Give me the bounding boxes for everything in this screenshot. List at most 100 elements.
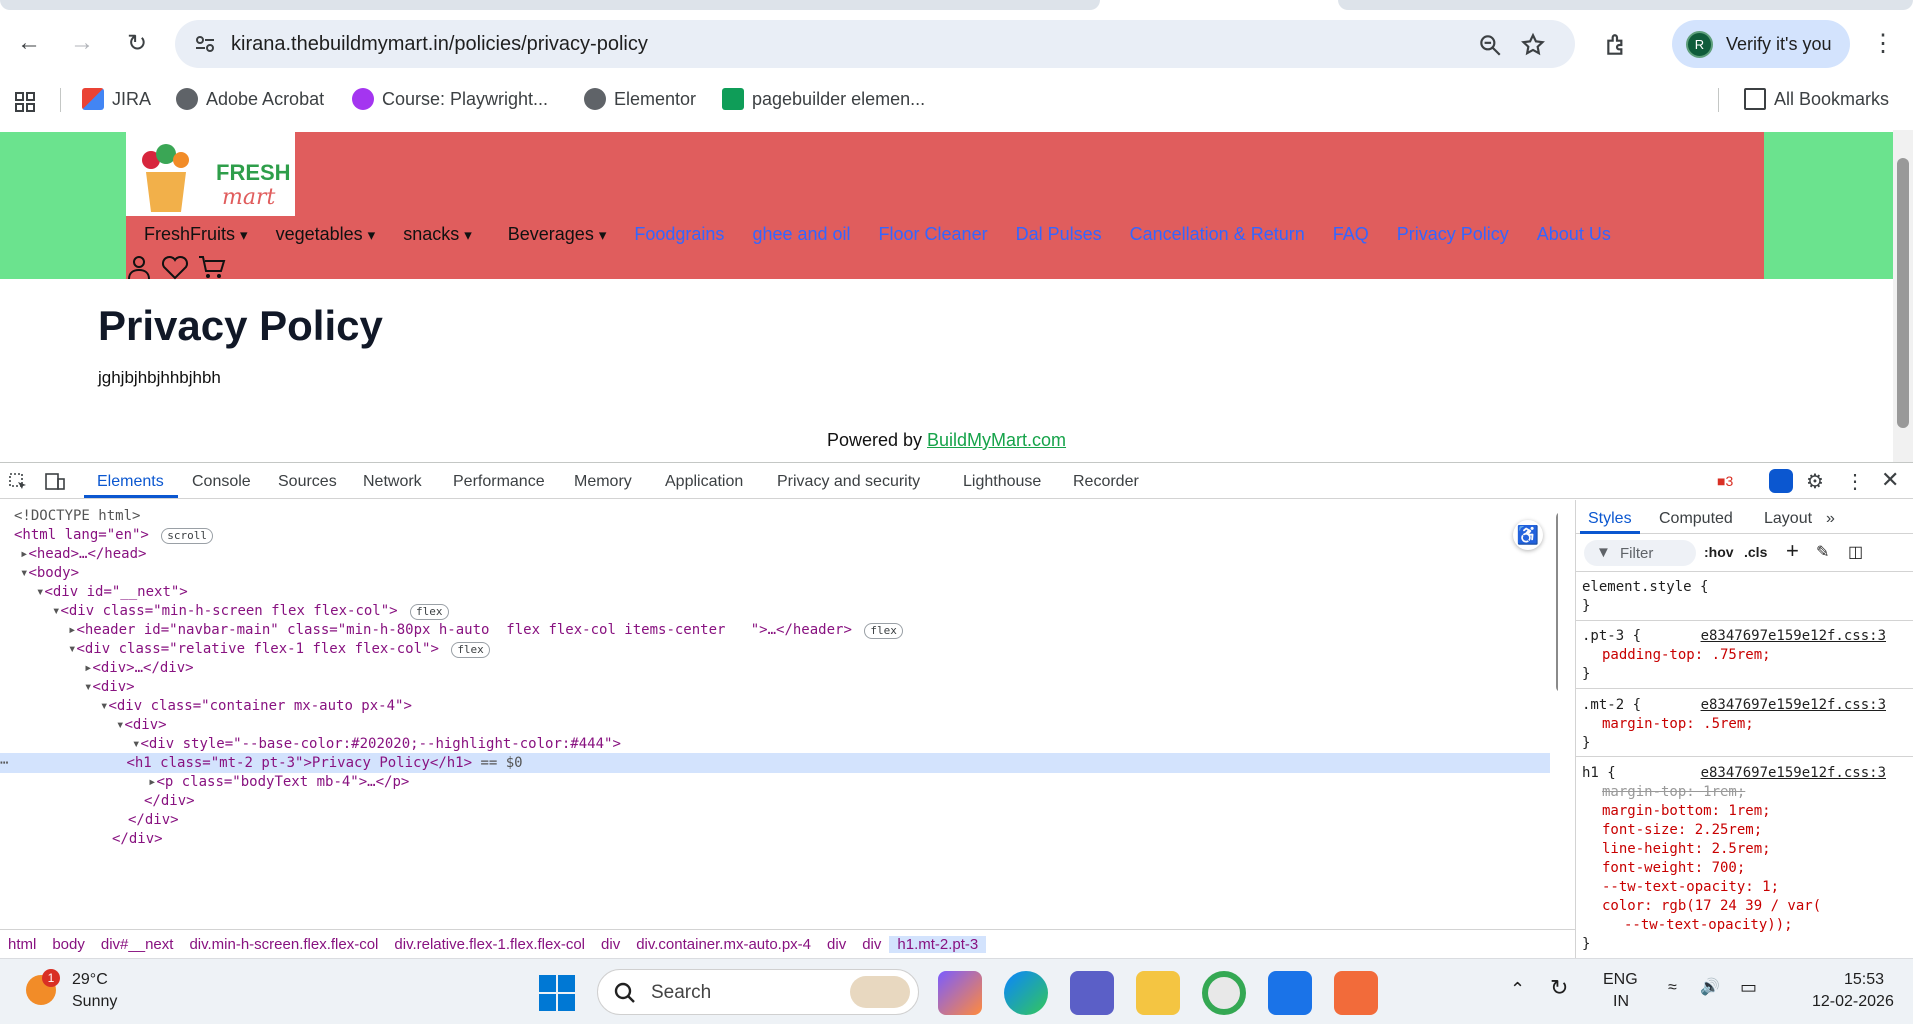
issues-counter[interactable]: ■3 [1717, 473, 1733, 489]
dom-scroll-thumb[interactable] [1556, 512, 1558, 692]
tab-elements[interactable]: Elements [97, 473, 164, 491]
forward-arrow-icon[interactable]: → [67, 28, 97, 58]
dom-line[interactable]: </div> [128, 810, 179, 830]
taskbar-search[interactable]: Search [597, 969, 919, 1015]
flex-badge[interactable]: flex [864, 623, 903, 639]
nav-link-foodgrains[interactable]: Foodgrains [634, 224, 724, 250]
all-bookmarks[interactable]: All Bookmarks [1744, 88, 1889, 110]
address-bar[interactable]: kirana.thebuildmymart.in/policies/privac… [175, 20, 1575, 68]
bookmark-item[interactable]: Elementor [584, 88, 696, 110]
crumb[interactable]: div [854, 936, 889, 953]
more-tabs-icon[interactable]: » [1826, 510, 1835, 528]
clock-date[interactable]: 12-02-2026 [1812, 993, 1894, 1011]
tab-performance[interactable]: Performance [453, 473, 545, 491]
tab-lighthouse[interactable]: Lighthouse [963, 473, 1041, 491]
dom-line[interactable]: ▾<div> [116, 715, 167, 735]
tab-recorder[interactable]: Recorder [1073, 473, 1139, 491]
dom-line[interactable]: ▾<div> [84, 677, 135, 697]
reload-icon[interactable]: ↻ [122, 28, 152, 58]
language-line2[interactable]: IN [1613, 993, 1629, 1011]
accessibility-icon[interactable]: ♿ [1513, 520, 1543, 550]
tab-styles[interactable]: Styles [1588, 510, 1632, 528]
site-settings-icon[interactable] [193, 32, 217, 56]
user-icon[interactable] [126, 254, 152, 280]
scroll-badge[interactable]: scroll [161, 528, 214, 544]
dom-line-selected[interactable]: ⋯ <h1 class="mt-2 pt-3">Privacy Policy</… [0, 753, 1550, 773]
close-devtools-icon[interactable]: ✕ [1881, 467, 1899, 493]
file-explorer-icon[interactable] [1136, 971, 1180, 1015]
dom-line[interactable]: ▸<div>…</div> [84, 658, 194, 678]
ai-assistance-icon[interactable] [1769, 469, 1793, 493]
nav-link-cancellation[interactable]: Cancellation & Return [1130, 224, 1305, 250]
inspect-element-icon[interactable] [8, 472, 28, 492]
dom-tree[interactable]: <!DOCTYPE html> <html lang="en"> scroll … [0, 500, 1558, 920]
cls-toggle[interactable]: .cls [1744, 544, 1767, 560]
crumb[interactable]: div [819, 936, 854, 953]
apps-grid-icon[interactable] [14, 91, 36, 113]
language-line1[interactable]: ENG [1603, 971, 1638, 989]
crumb[interactable]: div.container.mx-auto.px-4 [628, 936, 819, 953]
back-arrow-icon[interactable]: ← [14, 28, 44, 58]
crumb[interactable]: div.relative.flex-1.flex.flex-col [386, 936, 593, 953]
nav-dropdown-vegetables[interactable]: vegetables ▾ [276, 224, 376, 250]
tab-layout[interactable]: Layout [1764, 510, 1812, 528]
decl-h1[interactable]: font-weight: 700; [1602, 859, 1745, 878]
weather-desc[interactable]: Sunny [72, 993, 117, 1011]
buildmymart-link[interactable]: BuildMyMart.com [927, 430, 1066, 450]
dom-line[interactable]: ▾<div style="--base-color:#202020;--high… [132, 734, 621, 754]
styles-filter-input[interactable]: ▼ Filter [1584, 540, 1696, 566]
dom-line[interactable]: ▸<head>…</head> [20, 544, 146, 564]
verify-profile-button[interactable]: R Verify it's you [1672, 20, 1850, 68]
decl-pt3[interactable]: padding-top: .75rem; [1602, 646, 1771, 665]
dom-line[interactable]: ▾<div class="relative flex-1 flex flex-c… [68, 639, 490, 659]
hov-toggle[interactable]: :hov [1704, 544, 1734, 560]
flex-badge[interactable]: flex [410, 604, 449, 620]
nav-dropdown-freshfruits[interactable]: FreshFruits ▾ [144, 224, 248, 250]
show-hidden-icons-icon[interactable]: ⌃ [1510, 979, 1525, 1000]
dom-line[interactable]: </div> [112, 829, 163, 849]
windows-start-icon[interactable] [535, 971, 579, 1015]
teams-icon[interactable] [1070, 971, 1114, 1015]
battery-icon[interactable]: ▭ [1740, 977, 1757, 998]
browser-menu-icon[interactable]: ⋮ [1868, 28, 1898, 58]
tab-network[interactable]: Network [363, 473, 422, 491]
decl-h1[interactable]: margin-top: 1rem; [1602, 783, 1745, 802]
dom-line[interactable]: ▾<div class="min-h-screen flex flex-col"… [52, 601, 449, 621]
tab-sources[interactable]: Sources [278, 473, 337, 491]
tab-privacy-security[interactable]: Privacy and security [777, 473, 920, 491]
toggle-sidebar-icon[interactable]: ◫ [1848, 542, 1863, 562]
tab-memory[interactable]: Memory [574, 473, 632, 491]
flex-badge[interactable]: flex [451, 642, 490, 658]
dom-line[interactable]: ▸<header id="navbar-main" class="min-h-8… [68, 620, 903, 640]
nav-link-faq[interactable]: FAQ [1333, 224, 1369, 250]
dom-line[interactable]: ▾<div id="__next"> [36, 582, 188, 602]
drawing-app-icon[interactable] [1334, 971, 1378, 1015]
edge-browser-icon[interactable] [1004, 971, 1048, 1015]
bookmark-item[interactable]: JIRA [82, 88, 151, 110]
cart-icon[interactable] [198, 254, 226, 280]
bookmark-item[interactable]: pagebuilder elemen... [722, 88, 925, 110]
nav-link-dal-pulses[interactable]: Dal Pulses [1016, 224, 1102, 250]
device-toolbar-icon[interactable] [44, 472, 66, 492]
sync-icon[interactable]: ↻ [1550, 975, 1568, 1001]
chrome-icon[interactable] [1202, 971, 1246, 1015]
clock-time[interactable]: 15:53 [1844, 971, 1884, 989]
devtools-menu-icon[interactable]: ⋮ [1845, 469, 1865, 494]
crumb[interactable]: div#__next [93, 936, 182, 953]
new-rule-icon[interactable]: + [1786, 538, 1799, 564]
dom-line[interactable]: <html lang="en"> scroll [14, 525, 214, 545]
weather-temp[interactable]: 29°C [72, 971, 108, 989]
crumb-current[interactable]: h1.mt-2.pt-3 [889, 936, 987, 953]
nav-dropdown-beverages[interactable]: Beverages ▾ [508, 224, 607, 250]
dom-line[interactable]: ▾<body> [20, 563, 79, 583]
copilot-icon[interactable] [938, 971, 982, 1015]
nav-link-floor-cleaner[interactable]: Floor Cleaner [879, 224, 988, 250]
decl-h1[interactable]: line-height: 2.5rem; [1602, 840, 1771, 859]
decl-h1[interactable]: --tw-text-opacity: 1; [1602, 878, 1779, 897]
decl-h1[interactable]: margin-bottom: 1rem; [1602, 802, 1771, 821]
paint-brush-icon[interactable]: ✎ [1816, 542, 1829, 562]
url-text[interactable]: kirana.thebuildmymart.in/policies/privac… [231, 33, 648, 56]
site-logo[interactable]: FRESH mart [126, 132, 295, 216]
notepad-icon[interactable] [1268, 971, 1312, 1015]
decl-h1[interactable]: font-size: 2.25rem; [1602, 821, 1762, 840]
